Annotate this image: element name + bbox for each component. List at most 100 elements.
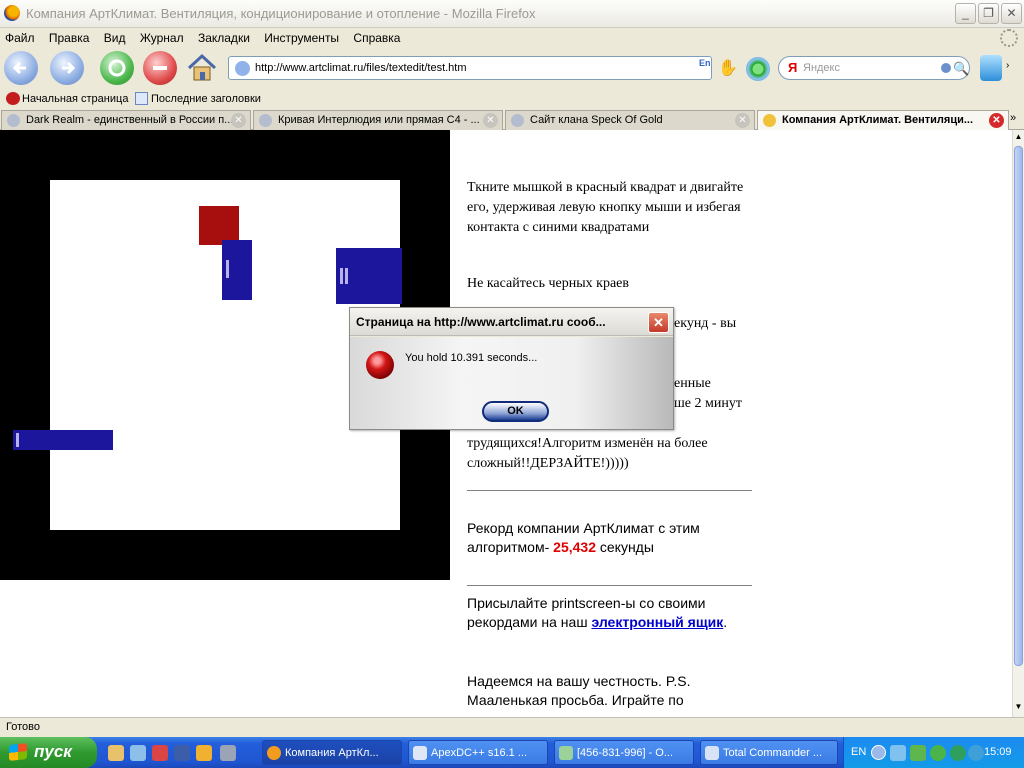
task-apexdc[interactable]: ApexDC++ s16.1 ... <box>408 740 548 765</box>
task-icq[interactable]: [456-831-996] - О... <box>554 740 694 765</box>
status-text: Готово <box>6 721 40 733</box>
quicklaunch-icon-5[interactable] <box>196 745 212 761</box>
dialog-titlebar[interactable]: Страница на http://www.artclimat.ru сооб… <box>350 308 673 336</box>
tab-close-icon[interactable]: ✕ <box>483 113 498 128</box>
quicklaunch-icon-6[interactable] <box>220 745 236 761</box>
scroll-down-icon[interactable]: ▼ <box>1013 702 1024 714</box>
chat-window-icon <box>559 746 573 760</box>
divider <box>467 490 752 491</box>
tab-label: Dark Realm - единственный в России п... <box>26 114 234 126</box>
tray-icon-3[interactable] <box>930 745 946 761</box>
stop-icon <box>153 66 167 70</box>
menu-file[interactable]: Файл <box>0 28 41 45</box>
quicklaunch-icon-4[interactable] <box>174 745 190 761</box>
email-link[interactable]: электронный ящик <box>591 614 723 630</box>
alert-dialog: Страница на http://www.artclimat.ru сооб… <box>349 307 674 430</box>
menu-bar: Файл Правка Вид Журнал Закладки Инструме… <box>0 28 1024 48</box>
hand-tool-icon[interactable]: ✋ <box>718 58 738 78</box>
search-engine-icon[interactable] <box>941 63 951 73</box>
honesty-paragraph: Надеемся на вашу честность. P.S. Маалень… <box>467 673 691 708</box>
window-title: Компания АртКлимат. Вентиляция, кондицио… <box>26 6 536 21</box>
home-button[interactable] <box>185 51 219 85</box>
start-label: пуск <box>34 742 72 761</box>
windows-logo-icon <box>9 743 27 761</box>
reload-button[interactable] <box>100 51 134 85</box>
firefox-icon <box>267 746 281 760</box>
taskbar: пуск Компания АртКл... ApexDC++ s16.1 ..… <box>0 737 1024 768</box>
divider <box>467 585 752 586</box>
quicklaunch-icon-2[interactable] <box>130 745 146 761</box>
record-paragraph: Рекорд компании АртКлимат с этим алгорит… <box>467 519 757 557</box>
window-titlebar[interactable]: Компания АртКлимат. Вентиляция, кондицио… <box>0 0 1024 28</box>
tab-artclimat[interactable]: Компания АртКлимат. Вентиляци... ✕ <box>757 110 1009 131</box>
task-firefox[interactable]: Компания АртКл... <box>262 740 402 765</box>
tab-speck-of-gold[interactable]: Сайт клана Speck Of Gold ✕ <box>505 110 755 130</box>
url-text: http://www.artclimat.ru/files/textedit/t… <box>255 62 467 74</box>
apexdc-icon <box>413 746 427 760</box>
status-bar: Готово <box>0 717 1024 737</box>
close-button[interactable]: ✕ <box>1001 3 1022 24</box>
skype-icon[interactable] <box>980 55 1002 81</box>
language-badge[interactable]: En <box>699 58 715 78</box>
go-button[interactable] <box>746 57 770 81</box>
tab-close-icon[interactable]: ✕ <box>735 113 750 128</box>
vertical-scrollbar[interactable]: ▲ ▼ <box>1012 130 1024 717</box>
tray-expand-icon[interactable] <box>871 745 886 760</box>
tab-label: Компания АртКлимат. Вентиляци... <box>782 114 974 126</box>
address-bar[interactable]: http://www.artclimat.ru/files/textedit/t… <box>228 56 712 80</box>
start-page-icon <box>6 92 20 105</box>
reload-icon <box>108 59 126 77</box>
minimize-button[interactable]: _ <box>955 3 976 24</box>
search-icon[interactable]: 🔍 <box>953 61 969 77</box>
search-input[interactable]: Я Яндекс 🔍 <box>778 56 970 80</box>
tab-close-icon[interactable]: ✕ <box>231 113 246 128</box>
tab-favicon <box>511 114 524 127</box>
ok-button[interactable]: OK <box>482 401 549 422</box>
tab-interlude[interactable]: Кривая Интерлюдия или прямая С4 - ... ✕ <box>253 110 503 130</box>
toolbar-overflow-icon[interactable]: › <box>1006 60 1009 71</box>
menu-view[interactable]: Вид <box>99 28 132 45</box>
system-tray: EN 15:09 <box>843 737 1024 768</box>
back-button[interactable] <box>4 51 38 85</box>
bookmark-latest-headlines[interactable]: Последние заголовки <box>151 93 261 105</box>
forward-button[interactable] <box>50 51 84 85</box>
language-indicator[interactable]: EN <box>851 746 866 758</box>
home-icon <box>187 53 217 81</box>
quicklaunch-icon-1[interactable] <box>108 745 124 761</box>
tab-close-icon[interactable]: ✕ <box>989 113 1004 128</box>
seconds-text-fragment: екунд - вы <box>674 316 737 331</box>
tray-icon-2[interactable] <box>910 745 926 761</box>
menu-bookmarks[interactable]: Закладки <box>193 28 256 45</box>
maximize-button[interactable]: ❐ <box>978 3 999 24</box>
menu-help[interactable]: Справка <box>348 28 406 45</box>
tab-scroll-icon[interactable]: » <box>1010 112 1016 124</box>
menu-tools[interactable]: Инструменты <box>259 28 345 45</box>
tab-strip: Dark Realm - единственный в России п... … <box>0 109 1024 131</box>
dialog-close-button[interactable]: ✕ <box>648 312 669 333</box>
info-text-line-d: сложный!!ДЕРЗАЙТЕ!))))) <box>467 456 629 471</box>
blue-block-tall <box>222 240 252 300</box>
stop-button[interactable] <box>143 51 177 85</box>
scroll-thumb[interactable] <box>1014 146 1023 666</box>
menu-edit[interactable]: Правка <box>44 28 96 45</box>
tray-icon-4[interactable] <box>950 745 966 761</box>
send-suffix: . <box>723 614 728 630</box>
tab-favicon <box>763 114 776 127</box>
bookmark-start-page[interactable]: Начальная страница <box>22 93 128 105</box>
task-label: Компания АртКл... <box>285 747 379 759</box>
send-paragraph: Присылайте printscreen-ы со своими рекор… <box>467 594 757 632</box>
tray-icon-5[interactable] <box>968 745 984 761</box>
task-total-commander[interactable]: Total Commander ... <box>700 740 838 765</box>
start-button[interactable]: пуск <box>0 737 97 768</box>
error-icon <box>366 351 394 379</box>
info-text-fragment-a: енные <box>674 376 711 391</box>
scroll-up-icon[interactable]: ▲ <box>1013 132 1024 144</box>
tab-dark-realm[interactable]: Dark Realm - единственный в России п... … <box>1 110 251 130</box>
tray-icon-1[interactable] <box>890 745 906 761</box>
back-arrow-icon <box>12 61 26 75</box>
site-globe-icon <box>235 61 250 76</box>
menu-history[interactable]: Журнал <box>135 28 190 45</box>
quicklaunch-icon-3[interactable] <box>152 745 168 761</box>
info-text-fragment-b: ше 2 минут <box>674 396 742 411</box>
rss-feed-icon <box>135 92 148 105</box>
